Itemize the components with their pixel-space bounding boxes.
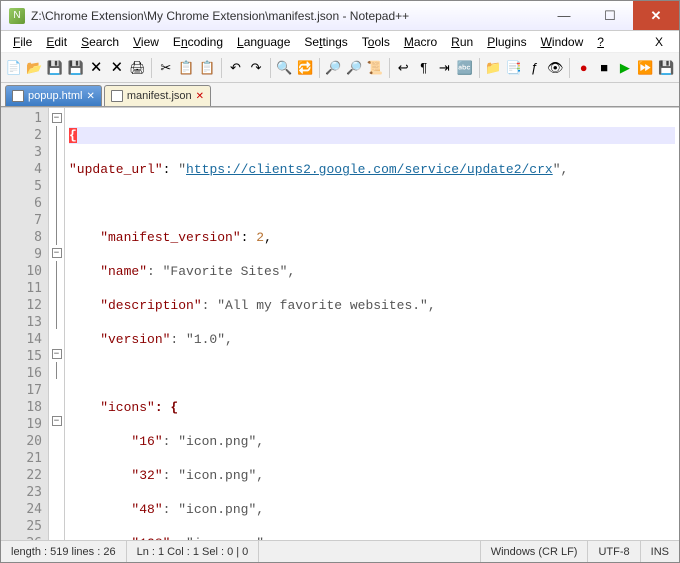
repeat-macro-icon[interactable]: ⏩ [637,57,655,79]
line-number-gutter: 1234567891011121314151617181920212223242… [1,108,49,540]
menu-window[interactable]: Window [535,33,590,51]
save-all-icon[interactable]: 💾 [67,57,85,79]
status-bar: length : 519 lines : 26 Ln : 1 Col : 1 S… [1,540,679,562]
editor[interactable]: 1234567891011121314151617181920212223242… [1,107,679,540]
window-title: Z:\Chrome Extension\My Chrome Extension\… [31,9,541,23]
fold-toggle-icon[interactable]: − [52,113,62,123]
status-eol[interactable]: Windows (CR LF) [481,541,589,562]
menu-settings[interactable]: Settings [298,33,353,51]
undo-icon[interactable]: ↶ [227,57,245,79]
folder-icon[interactable]: 📁 [485,57,503,79]
title-bar: N Z:\Chrome Extension\My Chrome Extensio… [1,1,679,31]
show-chars-icon[interactable]: ¶ [415,57,433,79]
print-icon[interactable]: 🖨 [129,57,147,79]
toolbar-sep [270,58,271,78]
lang-icon[interactable]: 🔤 [456,57,474,79]
close-file-icon[interactable]: 🗙 [87,57,105,79]
menu-plugins[interactable]: Plugins [481,33,532,51]
play-macro-icon[interactable]: ▶ [616,57,634,79]
save-macro-icon[interactable]: 💾 [657,57,675,79]
tab-label: manifest.json [127,90,192,102]
wordwrap-icon[interactable]: ↩ [394,57,412,79]
maximize-button[interactable]: ☐ [587,1,633,30]
app-icon: N [9,8,25,24]
tab-close-icon[interactable]: ✕ [196,91,204,102]
status-length: length : 519 lines : 26 [1,541,127,562]
save-icon[interactable]: 💾 [46,57,64,79]
cut-icon[interactable]: ✂ [157,57,175,79]
close-button[interactable]: ✕ [633,1,679,30]
fold-toggle-icon[interactable]: − [52,248,62,258]
status-insert-mode[interactable]: INS [641,541,679,562]
tab-bar: popup.html ✕ manifest.json ✕ [1,83,679,107]
minimize-button[interactable]: — [541,1,587,30]
new-file-icon[interactable]: 📄 [5,57,23,79]
copy-icon[interactable]: 📋 [178,57,196,79]
doc-map-icon[interactable]: 📑 [505,57,523,79]
zoom-out-icon[interactable]: 🔎 [345,57,363,79]
monitor-icon[interactable]: 👁 [546,57,564,79]
find-icon[interactable]: 🔍 [276,57,294,79]
record-macro-icon[interactable]: ● [575,57,593,79]
sync-scroll-icon[interactable]: 📜 [366,57,384,79]
fold-toggle-icon[interactable]: − [52,416,62,426]
menu-view[interactable]: View [127,33,165,51]
toolbar-sep [479,58,480,78]
status-encoding[interactable]: UTF-8 [588,541,640,562]
tab-close-icon[interactable]: ✕ [86,91,94,102]
menu-file[interactable]: File [7,33,38,51]
zoom-in-icon[interactable]: 🔎 [325,57,343,79]
status-position: Ln : 1 Col : 1 Sel : 0 | 0 [127,541,260,562]
fold-toggle-icon[interactable]: − [52,349,62,359]
menu-edit[interactable]: Edit [40,33,73,51]
menu-tools[interactable]: Tools [356,33,396,51]
toolbar: 📄 📂 💾 💾 🗙 🗙 🖨 ✂ 📋 📋 ↶ ↷ 🔍 🔁 🔎 🔎 📜 ↩ ¶ ⇥ … [1,53,679,83]
file-icon [111,90,123,102]
fold-gutter[interactable]: − − − − [49,108,65,540]
open-file-icon[interactable]: 📂 [26,57,44,79]
menu-close-doc[interactable]: X [645,33,673,51]
redo-icon[interactable]: ↷ [247,57,265,79]
code-area[interactable]: { "update_url": "https://clients2.google… [65,108,679,540]
replace-icon[interactable]: 🔁 [296,57,314,79]
toolbar-sep [389,58,390,78]
menu-run[interactable]: Run [445,33,479,51]
paste-icon[interactable]: 📋 [198,57,216,79]
toolbar-sep [221,58,222,78]
tab-label: popup.html [28,90,82,102]
menu-bar: File Edit Search View Encoding Language … [1,31,679,53]
file-icon [12,90,24,102]
menu-language[interactable]: Language [231,33,296,51]
tab-popup-html[interactable]: popup.html ✕ [5,85,102,106]
toolbar-sep [151,58,152,78]
menu-macro[interactable]: Macro [398,33,443,51]
close-all-icon[interactable]: 🗙 [108,57,126,79]
menu-help[interactable]: ? [591,33,610,51]
menu-search[interactable]: Search [75,33,125,51]
tab-manifest-json[interactable]: manifest.json ✕ [104,85,211,106]
stop-macro-icon[interactable]: ■ [595,57,613,79]
toolbar-sep [569,58,570,78]
indent-guide-icon[interactable]: ⇥ [436,57,454,79]
func-list-icon[interactable]: ƒ [526,57,544,79]
toolbar-sep [319,58,320,78]
menu-encoding[interactable]: Encoding [167,33,229,51]
